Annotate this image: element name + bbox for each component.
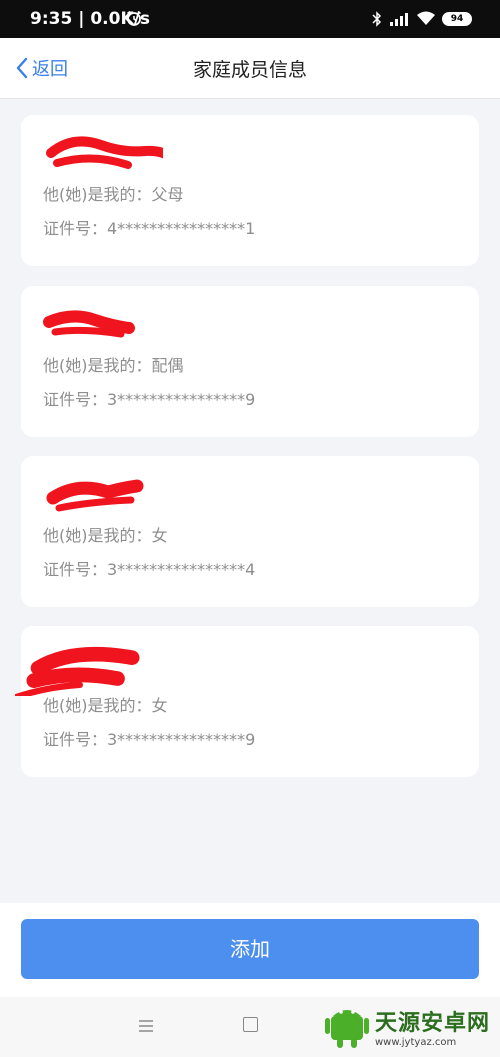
id-number-text: 证件号：3****************4 bbox=[43, 560, 256, 579]
redacted-name bbox=[46, 479, 144, 512]
system-navigation-bar: 天源安卓网 www.jytyaz.com bbox=[0, 997, 500, 1057]
wifi-icon bbox=[417, 11, 435, 25]
page-title: 家庭成员信息 bbox=[192, 59, 307, 81]
battery-level: 94 bbox=[450, 14, 464, 24]
watermark-url: www.jytyaz.com bbox=[374, 1036, 457, 1048]
site-watermark: 天源安卓网 www.jytyaz.com bbox=[324, 1002, 490, 1050]
member-card[interactable]: 他(她)是我的：配偶 证件号：3****************9 bbox=[21, 286, 479, 437]
redacted-name bbox=[46, 136, 163, 169]
home-square-icon[interactable] bbox=[243, 1017, 258, 1032]
watermark-text: 天源安卓网 www.jytyaz.com bbox=[375, 1005, 490, 1048]
status-icons: 94 bbox=[372, 8, 472, 30]
add-member-button[interactable]: 添加 bbox=[21, 919, 479, 979]
redacted-name bbox=[43, 310, 135, 338]
id-number-text: 证件号：4****************1 bbox=[43, 219, 256, 238]
bluetooth-icon bbox=[372, 11, 382, 27]
id-number-text: 证件号：3****************9 bbox=[43, 390, 256, 409]
cellular-signal-icon bbox=[390, 13, 408, 26]
member-card[interactable]: 他(她)是我的：父母 证件号：4****************1 bbox=[21, 115, 479, 266]
watermark-name: 天源安卓网 bbox=[374, 1010, 490, 1036]
navigation-bar: 返回 家庭成员信息 bbox=[0, 38, 500, 99]
relation-text: 他(她)是我的：女 bbox=[43, 696, 168, 715]
menu-icon[interactable] bbox=[138, 1019, 154, 1033]
bottom-action-area: 添加 bbox=[0, 903, 500, 997]
redacted-name bbox=[15, 646, 140, 696]
member-card[interactable]: 他(她)是我的：女 证件号：3****************9 bbox=[15, 626, 479, 777]
id-number-text: 证件号：3****************9 bbox=[43, 730, 256, 749]
relation-text: 他(她)是我的：配偶 bbox=[43, 356, 184, 375]
relation-text: 他(她)是我的：父母 bbox=[43, 185, 184, 204]
member-card[interactable]: 他(她)是我的：女 证件号：3****************4 bbox=[21, 456, 479, 607]
android-logo-icon bbox=[324, 1010, 369, 1048]
alarm-clock-icon bbox=[127, 10, 141, 26]
relation-text: 他(她)是我的：女 bbox=[43, 526, 168, 545]
battery-indicator: 94 bbox=[442, 12, 472, 26]
status-bar: 9:35 | 0.0K/s 94 bbox=[0, 0, 500, 38]
